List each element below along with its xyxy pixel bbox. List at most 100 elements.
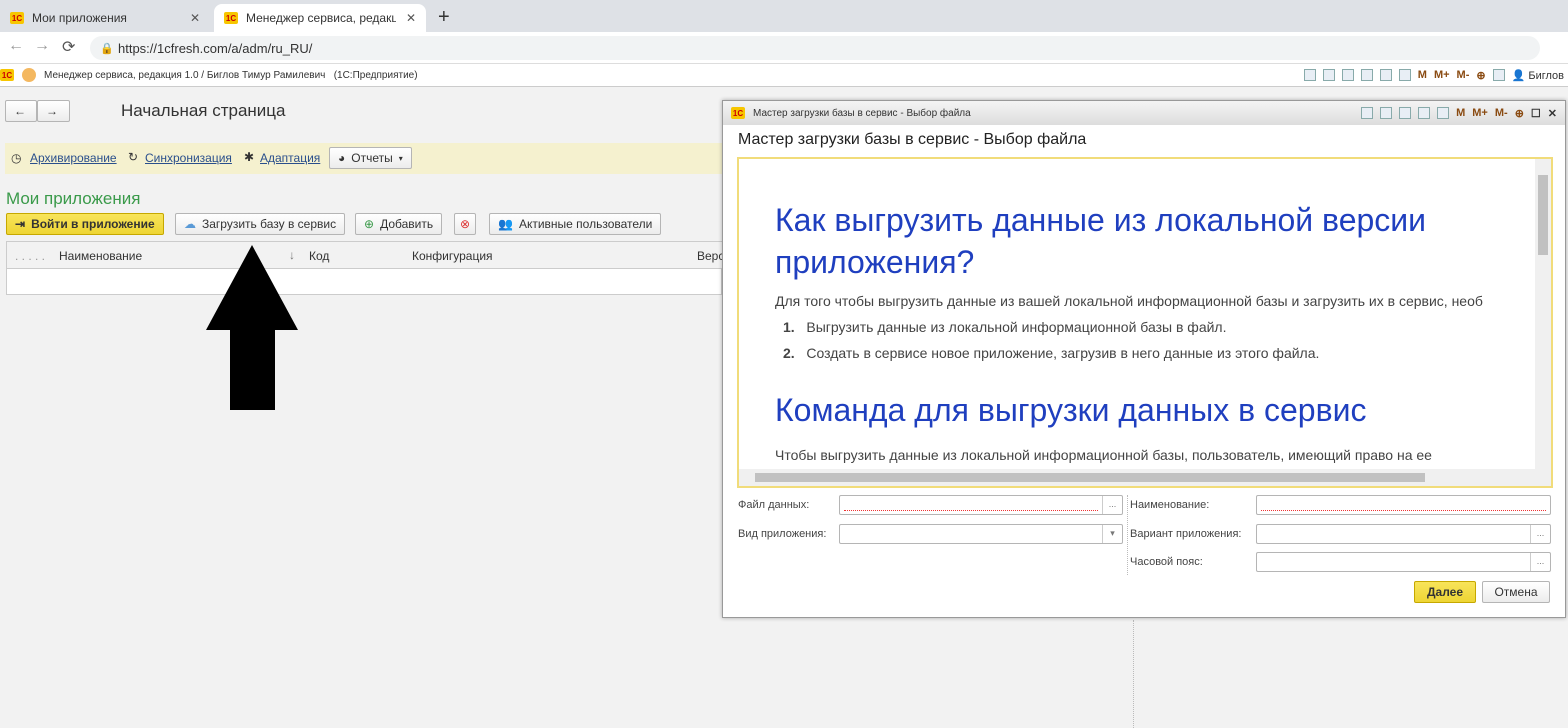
forward-icon[interactable]: → — [34, 37, 50, 55]
active-users-button[interactable]: 👥 Активные пользователи — [489, 213, 662, 235]
url-text: https://1cfresh.com/a/adm/ru_RU/ — [118, 40, 313, 56]
delete-icon: ⊗ — [460, 217, 471, 231]
dropdown-icon[interactable]: ▾ — [1102, 525, 1122, 543]
add-button[interactable]: ⊕ Добавить — [355, 213, 443, 235]
print-icon[interactable] — [1322, 69, 1335, 81]
tz-label: Часовой пояс: — [1130, 556, 1203, 568]
dialog-title: Мастер загрузки базы в сервис - Выбор фа… — [738, 131, 1087, 148]
help-heading: Как выгрузить данные из локальной версии… — [775, 202, 1427, 280]
delete-button[interactable]: ⊗ — [454, 213, 477, 235]
step-text: Выгрузить данные из локальной информацио… — [806, 319, 1227, 335]
horizontal-scrollbar[interactable] — [739, 469, 1551, 486]
close-icon[interactable]: ✕ — [1548, 107, 1557, 120]
users-label: Активные пользователи — [518, 217, 653, 231]
1c-logo-icon: 1С — [0, 69, 14, 81]
col-name[interactable]: Наименование — [59, 249, 142, 263]
next-button[interactable]: Далее — [1414, 581, 1476, 603]
step-number: 1. — [783, 319, 795, 335]
tab-my-apps[interactable]: 1С Мои приложения ✕ — [0, 4, 210, 32]
url-field[interactable]: 🔒 https://1cfresh.com/a/adm/ru_RU/ — [90, 36, 1540, 60]
reload-icon[interactable]: ⟳ — [62, 37, 75, 57]
step-item: 2. Создать в сервисе новое приложение, з… — [783, 345, 1499, 361]
enter-app-button[interactable]: ⇥ Войти в приложение — [6, 213, 164, 235]
memory-plus-button[interactable]: M+ — [1472, 107, 1488, 119]
col-marker[interactable]: . . . . . — [15, 249, 45, 263]
browser-tab-bar: 1С Мои приложения ✕ 1С Менеджер сервиса, ре… — [0, 0, 1568, 32]
calculator-icon[interactable] — [1418, 107, 1431, 119]
panels-icon[interactable] — [1492, 69, 1505, 81]
help-text: Чтобы выгрузить данные из локальной инфо… — [775, 447, 1432, 463]
enter-icon: ⇥ — [15, 217, 26, 231]
col-version[interactable]: Верс — [697, 249, 724, 263]
divider — [1133, 620, 1134, 728]
new-tab-button[interactable]: + — [438, 6, 450, 29]
browse-button[interactable]: ... — [1530, 525, 1550, 543]
memory-button[interactable]: M — [1418, 69, 1427, 81]
calendar-icon[interactable] — [1437, 107, 1450, 119]
forward-button[interactable]: → — [37, 100, 70, 122]
puzzle-icon: ✱ — [244, 150, 255, 164]
app-toolbar: M M+ M- ⊕ 👤 Биглов — [1303, 69, 1564, 82]
divider — [1127, 495, 1128, 575]
export-icon[interactable] — [1341, 69, 1354, 81]
dropdown-icon: ▾ — [398, 153, 403, 163]
cancel-button[interactable]: Отмена — [1482, 581, 1550, 603]
memory-minus-button[interactable]: M- — [1495, 107, 1508, 119]
clock-icon: ◷ — [11, 151, 22, 165]
calendar-icon[interactable] — [1398, 69, 1411, 81]
kind-label: Вид приложения: — [738, 528, 827, 540]
app-title-bar: 1С Менеджер сервиса, редакция 1.0 / Бигл… — [0, 64, 1568, 87]
memory-button[interactable]: M — [1456, 107, 1465, 119]
dialog-title-bar: 1С Мастер загрузки базы в сервис - Выбор … — [723, 101, 1565, 125]
browse-button[interactable]: ... — [1102, 496, 1122, 514]
col-code[interactable]: Код — [309, 249, 329, 263]
close-icon[interactable]: ✕ — [406, 11, 416, 25]
user-menu[interactable]: 👤 Биглов — [1512, 69, 1564, 82]
add-label: Добавить — [380, 217, 434, 231]
memory-minus-button[interactable]: M- — [1457, 69, 1470, 81]
name-field[interactable] — [1256, 495, 1551, 515]
close-icon[interactable]: ✕ — [190, 11, 200, 25]
print-icon[interactable] — [1380, 107, 1393, 119]
maximize-icon[interactable]: ☐ — [1531, 107, 1541, 120]
tz-field[interactable]: ... — [1256, 552, 1551, 572]
file-field[interactable]: ... — [839, 495, 1123, 515]
plus-circle-icon: ⊕ — [364, 217, 375, 231]
memory-plus-button[interactable]: M+ — [1434, 69, 1450, 81]
link-archiving[interactable]: Архивирование — [30, 151, 117, 165]
preview-icon[interactable] — [1360, 69, 1373, 81]
upload-db-button[interactable]: ☁ Загрузить базу в сервис — [175, 213, 346, 235]
main-menu-icon[interactable] — [22, 68, 36, 82]
save-icon[interactable] — [1303, 69, 1316, 81]
1c-logo-icon: 1С — [224, 12, 238, 24]
zoom-icon[interactable]: ⊕ — [1476, 69, 1485, 82]
back-icon[interactable]: ← — [8, 37, 24, 55]
cloud-upload-icon: ☁ — [184, 217, 196, 231]
link-sync[interactable]: Синхронизация — [145, 151, 232, 165]
zoom-icon[interactable]: ⊕ — [1515, 107, 1524, 120]
pie-chart-icon: ◕ — [338, 151, 346, 165]
variant-field[interactable]: ... — [1256, 524, 1551, 544]
sync-icon: ↻ — [128, 150, 139, 164]
reports-button[interactable]: ◕ Отчеты ▾ — [329, 147, 412, 169]
link-adaptation[interactable]: Адаптация — [260, 151, 320, 165]
vertical-scrollbar[interactable] — [1535, 159, 1551, 469]
col-config[interactable]: Конфигурация — [412, 249, 493, 263]
calculator-icon[interactable] — [1379, 69, 1392, 81]
lock-icon: 🔒 — [100, 42, 114, 55]
browse-button[interactable]: ... — [1530, 553, 1550, 571]
1c-logo-icon: 1С — [10, 12, 24, 24]
dialog-toolbar: M M+ M- ⊕ ☐ ✕ — [1361, 107, 1557, 120]
step-number: 2. — [783, 345, 795, 361]
users-icon: 👥 — [498, 217, 513, 231]
tab-service-manager[interactable]: 1С Менеджер сервиса, редакция 1 ✕ — [214, 4, 426, 32]
back-button[interactable]: ← — [5, 100, 37, 122]
step-item: 1. Выгрузить данные из локальной информа… — [783, 319, 1499, 335]
table-header: . . . . . Наименование ↓ Код Конфигураци… — [7, 242, 724, 269]
upload-wizard-dialog: 1С Мастер загрузки базы в сервис - Выбор … — [722, 100, 1566, 618]
preview-icon[interactable] — [1399, 107, 1412, 119]
apps-table: . . . . . Наименование ↓ Код Конфигураци… — [6, 241, 724, 295]
kind-select[interactable]: ▾ — [839, 524, 1123, 544]
reports-label: Отчеты — [351, 151, 393, 165]
save-icon[interactable] — [1361, 107, 1374, 119]
